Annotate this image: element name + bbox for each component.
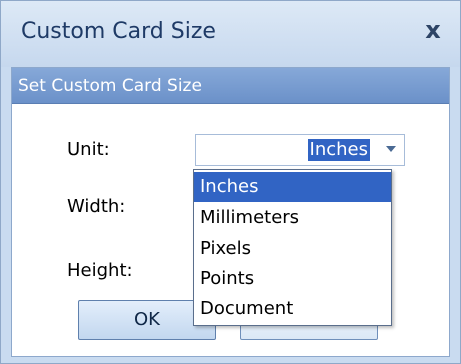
unit-option-inches[interactable]: Inches	[194, 172, 391, 202]
dialog-title: Custom Card Size	[21, 19, 216, 44]
unit-dropdown-list: Inches Millimeters Pixels Points Documen…	[193, 169, 392, 326]
height-label: Height:	[67, 260, 133, 281]
unit-combobox-value: Inches	[307, 139, 370, 161]
unit-label: Unit:	[67, 139, 110, 160]
panel-header: Set Custom Card Size	[12, 68, 449, 104]
unit-option-points[interactable]: Points	[194, 264, 391, 294]
unit-option-document[interactable]: Document	[194, 294, 391, 324]
title-bar: Custom Card Size x	[1, 1, 460, 67]
custom-card-size-dialog: Custom Card Size x Set Custom Card Size …	[0, 0, 461, 364]
panel-header-label: Set Custom Card Size	[18, 76, 202, 96]
unit-option-pixels[interactable]: Pixels	[194, 234, 391, 264]
close-icon[interactable]: x	[420, 17, 446, 43]
chevron-down-icon[interactable]	[386, 146, 396, 152]
unit-option-millimeters[interactable]: Millimeters	[194, 203, 391, 233]
width-label: Width:	[67, 196, 126, 217]
unit-combobox[interactable]: Inches	[195, 134, 405, 166]
